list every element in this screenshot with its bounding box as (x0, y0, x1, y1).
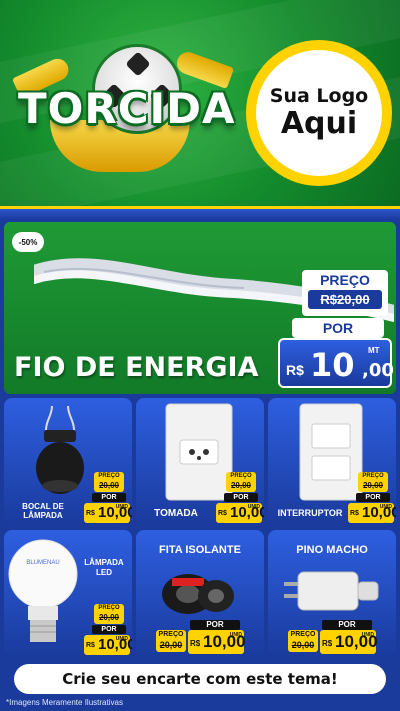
price-cents: ,00 (362, 360, 394, 381)
preco-label: PREÇO (158, 631, 184, 638)
old-price: 20,00 (230, 481, 252, 490)
price-tag: R$ 10,00 UNID (348, 503, 396, 523)
product-card-bocal[interactable]: BOCAL DE LÂMPADA PREÇO 20,00 POR R$ 10,0… (4, 398, 132, 526)
logo-placeholder: Sua Logo Aqui (246, 40, 392, 186)
product-name: LÂMPADA LED (84, 558, 124, 577)
price-unit: UNID (115, 636, 128, 642)
preco-label: PREÇO (290, 631, 316, 638)
cta-banner[interactable]: Crie seu encarte com este tema! (14, 664, 386, 694)
currency: R$ (322, 639, 333, 648)
product-name: TOMADA (154, 508, 198, 519)
currency: R$ (86, 642, 95, 649)
price-integer: 10 (310, 346, 355, 384)
light-switch-image (299, 403, 363, 501)
price-unit: MT (368, 346, 380, 355)
por-label: POR (292, 318, 384, 338)
preco-label: PREÇO (98, 605, 120, 611)
wall-outlet-image (165, 403, 233, 501)
price-tag: R$ 10,00 UNID (188, 630, 246, 654)
old-price: R$20,00 (308, 290, 382, 309)
por-label: POR (322, 620, 372, 630)
product-name: INTERRUPTOR (277, 508, 343, 518)
product-name: BOCAL DE LÂMPADA (22, 502, 64, 520)
price-unit: UNID (229, 632, 242, 638)
currency: R$ (218, 510, 227, 517)
electrical-tape-image (162, 574, 234, 614)
preco-label: PREÇO (98, 473, 120, 479)
currency: R$ (190, 639, 201, 648)
logo-text-line2: Aqui (280, 106, 358, 141)
preco-label: PREÇO (362, 473, 384, 479)
por-label: POR (92, 625, 126, 634)
led-bulb-image: BLUMENAU (8, 539, 78, 642)
old-price: 20,00 (291, 640, 315, 650)
featured-old-price-tag: PREÇO R$20,00 (302, 270, 388, 316)
old-price: 20,00 (159, 640, 183, 650)
featured-product-name: FIO DE ENERGIA (14, 352, 259, 383)
flyer-page: TORCIDA Sua Logo Aqui -50% FIO DE ENERGI… (0, 0, 400, 711)
logo-text-line1: Sua Logo (269, 85, 369, 107)
svg-text:BLUMENAU: BLUMENAU (26, 560, 59, 566)
product-name: PINO MACHO (296, 544, 368, 556)
currency: R$ (86, 510, 95, 517)
price-tag: R$ 10,00 UNID (84, 503, 132, 523)
price-unit: UNID (247, 504, 260, 510)
price-unit: UNID (115, 504, 128, 510)
price-unit: UNID (361, 632, 374, 638)
divider-band (0, 206, 400, 220)
por-label: POR (356, 493, 390, 502)
old-price-tag: PREÇO 20,00 (226, 472, 256, 492)
old-price-tag: PREÇO 20,00 (94, 472, 124, 492)
old-price: 20,00 (98, 613, 120, 622)
disclaimer-footnote: *Imagens Meramente Ilustrativas (6, 698, 123, 707)
por-label: POR (190, 620, 240, 630)
old-price-tag: PREÇO 20,00 (156, 630, 186, 652)
por-label: POR (224, 493, 258, 502)
product-card-fita-isolante[interactable]: FITA ISOLANTE POR PREÇO 20,00 R$ 10,00 U… (136, 530, 264, 658)
price-tag: R$ 10,00 UNID (216, 503, 264, 523)
currency: R$ (350, 510, 359, 517)
price-tag: R$ 10,00 UNID (320, 630, 378, 654)
product-card-tomada[interactable]: TOMADA PREÇO 20,00 POR R$ 10,00 UNID (136, 398, 264, 526)
price-unit: UNID (379, 504, 392, 510)
old-price-tag: PREÇO 20,00 (358, 472, 388, 492)
featured-price-tag: R$ 10 ,00 MT (278, 338, 394, 388)
lamp-socket-image (36, 406, 84, 494)
header-banner: TORCIDA Sua Logo Aqui (0, 0, 400, 208)
product-name: FITA ISOLANTE (159, 544, 241, 556)
old-price: 20,00 (98, 481, 120, 490)
product-card-interruptor[interactable]: INTERRUPTOR PREÇO 20,00 POR R$ 10,00 UNI… (268, 398, 396, 526)
old-price-tag: PREÇO 20,00 (288, 630, 318, 652)
product-card-pino-macho[interactable]: PINO MACHO POR PREÇO 20,00 R$ 10,00 UNID (268, 530, 396, 658)
product-card-lampada-led[interactable]: BLUMENAU LÂMPADA LED PREÇO 20,00 POR R$ … (4, 530, 132, 658)
old-price-tag: PREÇO 20,00 (94, 604, 124, 624)
preco-label: PREÇO (320, 272, 370, 288)
banner-title: TORCIDA (18, 84, 236, 133)
por-label: POR (92, 493, 126, 502)
currency: R$ (286, 362, 304, 378)
preco-label: PREÇO (230, 473, 252, 479)
plug-image (284, 571, 379, 611)
old-price: 20,00 (362, 481, 384, 490)
price-tag: R$ 10,00 UNID (84, 635, 132, 655)
